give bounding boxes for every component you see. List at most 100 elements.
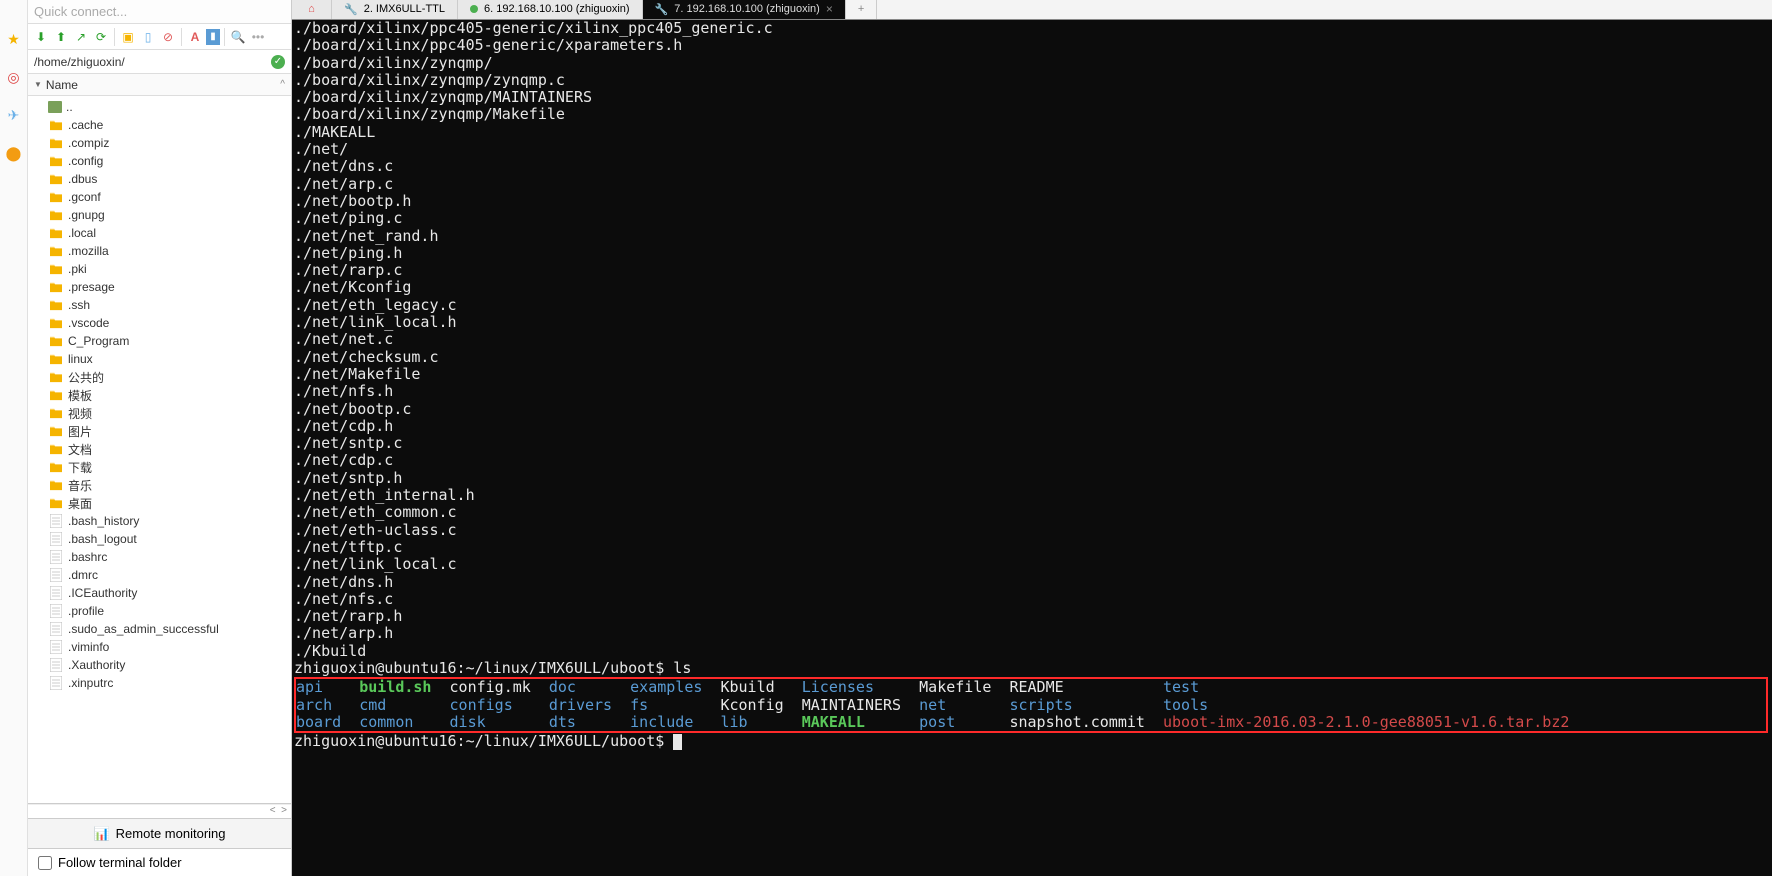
folder-icon (48, 298, 64, 312)
send-icon[interactable]: ✈ (5, 106, 23, 124)
status-dot-icon (470, 5, 478, 13)
folder-icon (48, 496, 64, 510)
tree-item[interactable]: .bash_history (28, 512, 291, 530)
file-icon (48, 622, 64, 636)
file-icon (48, 640, 64, 654)
tree-item[interactable]: .bash_logout (28, 530, 291, 548)
tree-item-label: .viminfo (68, 640, 109, 654)
remote-monitoring-button[interactable]: 📊 Remote monitoring (28, 818, 291, 848)
tab[interactable]: 🔧7. 192.168.10.100 (zhiguoxin)× (643, 0, 846, 19)
tree-item-label: .bashrc (68, 550, 107, 564)
tab-label: 7. 192.168.10.100 (zhiguoxin) (674, 3, 820, 15)
folder-icon (48, 136, 64, 150)
tree-item[interactable]: .presage (28, 278, 291, 296)
tree-item-label: .presage (68, 280, 115, 294)
folder-icon (48, 244, 64, 258)
file-tree[interactable]: .. .cache .compiz.config.dbus .gconf .gnupg.… (28, 96, 291, 803)
file-icon (48, 550, 64, 564)
tree-item[interactable]: .compiz (28, 134, 291, 152)
folder-icon (48, 118, 64, 132)
tree-header[interactable]: ▼ Name (28, 74, 291, 96)
cursor (673, 734, 682, 750)
new-folder-icon[interactable]: ▣ (119, 28, 137, 46)
tree-item[interactable]: .viminfo (28, 638, 291, 656)
follow-terminal-checkbox[interactable] (38, 856, 52, 870)
new-tab-button[interactable]: + (846, 0, 877, 19)
file-icon (48, 676, 64, 690)
tree-item[interactable]: C_Program (28, 332, 291, 350)
new-file-icon[interactable]: ▯ (139, 28, 157, 46)
tree-item[interactable]: 文档 (28, 440, 291, 458)
close-icon[interactable]: × (826, 2, 833, 16)
orange-icon[interactable]: ⬤ (5, 144, 23, 162)
main-area: ⌂🔧2. IMX6ULL-TTL6. 192.168.10.100 (zhigu… (292, 0, 1772, 876)
download-icon[interactable]: ⬇ (32, 28, 50, 46)
text-a-icon[interactable]: A (186, 28, 204, 46)
tree-item-label: .ICEauthority (68, 586, 137, 600)
chevron-right-icon[interactable]: > (281, 805, 287, 818)
hidden-toggle-icon[interactable]: ▮ (206, 29, 220, 45)
tree-item[interactable]: .config (28, 152, 291, 170)
tree-item-label: .gconf (68, 190, 101, 204)
upload-icon[interactable]: ⬆ (52, 28, 70, 46)
folder-icon (48, 172, 64, 186)
tree-item[interactable]: .bashrc (28, 548, 291, 566)
tree-item[interactable]: .dbus (28, 170, 291, 188)
tree-item[interactable]: .pki (28, 260, 291, 278)
tree-item[interactable]: .. (28, 98, 291, 116)
tree-item-label: linux (68, 352, 93, 366)
tree-item[interactable]: .xinputrc (28, 674, 291, 692)
tree-item[interactable]: .ssh (28, 296, 291, 314)
tree-item-label: .ssh (68, 298, 90, 312)
tab[interactable]: ⌂ (292, 0, 332, 19)
tree-item[interactable]: 图片 (28, 422, 291, 440)
tree-item[interactable]: .gnupg (28, 206, 291, 224)
follow-terminal-row[interactable]: Follow terminal folder (28, 848, 291, 876)
tree-item-label: .xinputrc (68, 676, 113, 690)
tree-item-label: .gnupg (68, 208, 105, 222)
path-input[interactable] (34, 55, 267, 69)
tab[interactable]: 6. 192.168.10.100 (zhiguoxin) (458, 0, 643, 19)
sidebar: Quick connect... ⬇ ⬆ ↗ ⟳ ▣ ▯ ⊘ A ▮ 🔍 •••… (28, 0, 292, 876)
chevron-left-icon[interactable]: < (270, 805, 276, 818)
folder-icon (48, 316, 64, 330)
star-icon[interactable]: ★ (5, 30, 23, 48)
triangle-icon: ▼ (34, 80, 42, 89)
tree-item[interactable]: .Xauthority (28, 656, 291, 674)
tree-item[interactable]: .dmrc (28, 566, 291, 584)
tree-item[interactable]: 视频 (28, 404, 291, 422)
tree-item[interactable]: 桌面 (28, 494, 291, 512)
search-icon[interactable]: 🔍 (229, 28, 247, 46)
settings-icon[interactable]: ••• (249, 28, 267, 46)
external-icon[interactable]: ↗ (72, 28, 90, 46)
tab[interactable]: 🔧2. IMX6ULL-TTL (332, 0, 458, 19)
tree-item[interactable]: 模板 (28, 386, 291, 404)
tree-item[interactable]: 公共的 (28, 368, 291, 386)
tree-item[interactable]: .vscode (28, 314, 291, 332)
toolbar-divider (114, 28, 115, 46)
tree-item-label: .cache (68, 118, 103, 132)
tree-item[interactable]: .ICEauthority (28, 584, 291, 602)
quick-connect-input[interactable]: Quick connect... (28, 0, 291, 24)
tree-item[interactable]: .mozilla (28, 242, 291, 260)
hscroll-row[interactable]: < > (28, 804, 291, 818)
file-icon (48, 604, 64, 618)
target-icon[interactable]: ◎ (5, 68, 23, 86)
tree-item[interactable]: 音乐 (28, 476, 291, 494)
file-icon (48, 514, 64, 528)
tree-item[interactable]: .cache (28, 116, 291, 134)
delete-icon[interactable]: ⊘ (159, 28, 177, 46)
tree-item-label: 模板 (68, 387, 92, 404)
terminal[interactable]: ./board/xilinx/ppc405-generic/xilinx_ppc… (292, 20, 1772, 876)
tree-item[interactable]: .gconf (28, 188, 291, 206)
refresh-icon[interactable]: ⟳ (92, 28, 110, 46)
tree-item[interactable]: .sudo_as_admin_successful (28, 620, 291, 638)
tree-item-label: C_Program (68, 334, 129, 348)
tree-item[interactable]: 下载 (28, 458, 291, 476)
tree-item[interactable]: linux (28, 350, 291, 368)
file-icon (48, 658, 64, 672)
tree-item[interactable]: .local (28, 224, 291, 242)
folder-icon (48, 424, 64, 438)
tree-item[interactable]: .profile (28, 602, 291, 620)
path-bar: ✓ (28, 50, 291, 74)
